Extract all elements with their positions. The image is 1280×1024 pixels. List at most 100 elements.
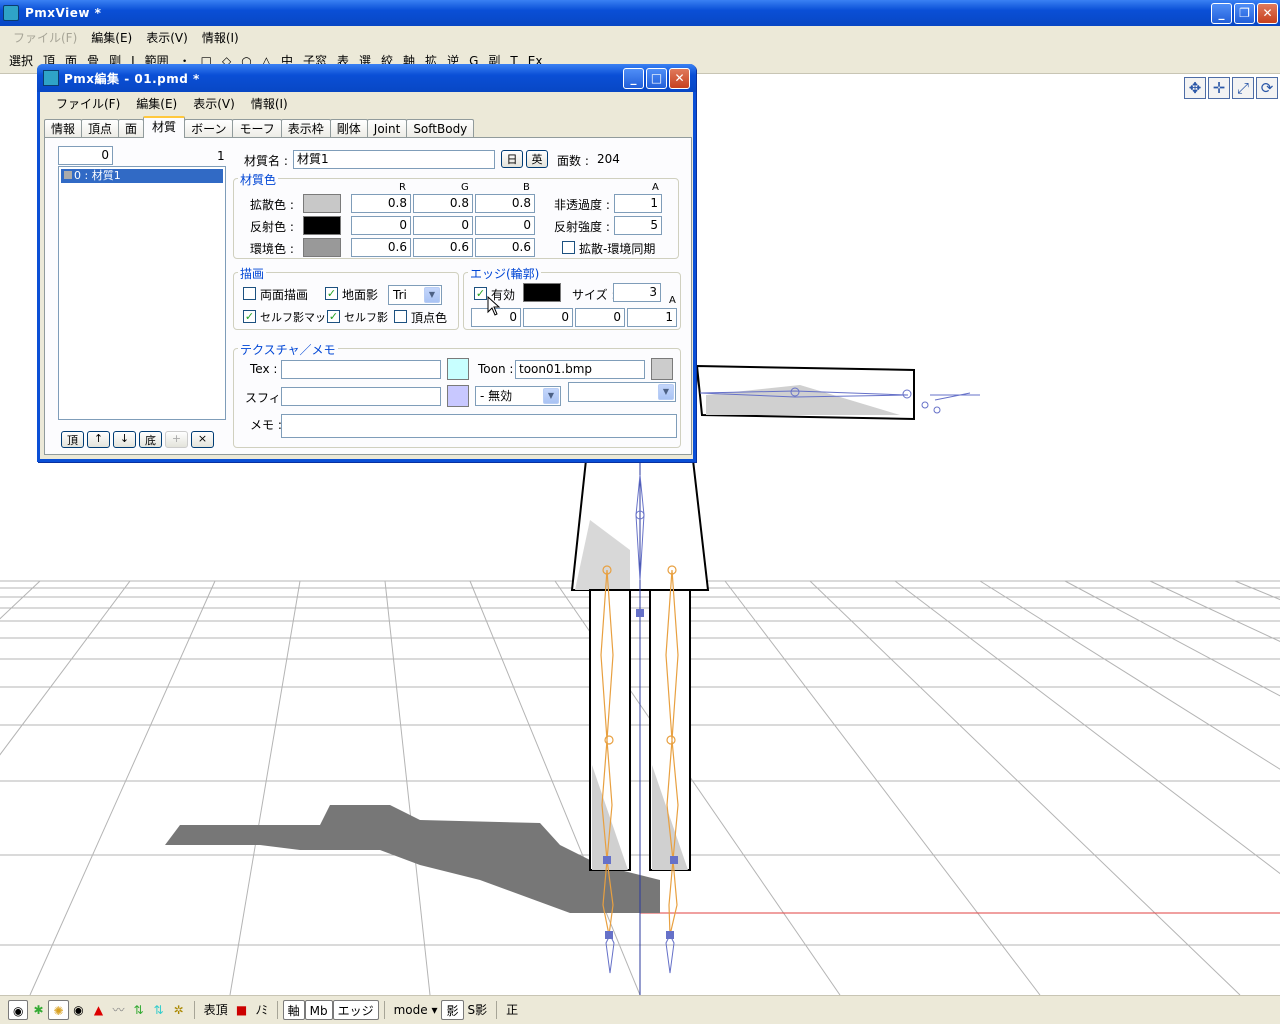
- show-vertex-button[interactable]: 表頂: [200, 1000, 232, 1020]
- edge-button[interactable]: エッジ: [332, 1000, 379, 1020]
- tab-face[interactable]: 面: [118, 119, 145, 138]
- edge-g-input[interactable]: 0: [523, 308, 573, 327]
- material-list[interactable]: 0 : 材質1: [58, 166, 226, 420]
- toon-swatch[interactable]: [651, 358, 673, 380]
- tex-swatch[interactable]: [447, 358, 469, 380]
- tab-vertex[interactable]: 頂点: [81, 119, 120, 138]
- material-index-input[interactable]: 0: [58, 146, 113, 165]
- dialog-menu-info[interactable]: 情報(I): [243, 95, 296, 112]
- edge-size-input[interactable]: 3: [613, 283, 661, 302]
- move-up-button[interactable]: ↑: [87, 431, 110, 448]
- ambient-b-input[interactable]: 0.6: [475, 238, 535, 257]
- diffuse-g-input[interactable]: 0.8: [413, 194, 473, 213]
- tab-rigid-body[interactable]: 剛体: [329, 119, 368, 138]
- move-bottom-button[interactable]: 底: [139, 431, 162, 448]
- opacity-label: 非透過度 :: [554, 198, 610, 212]
- green-star-icon[interactable]: ✱: [28, 1000, 48, 1020]
- sun-icon[interactable]: ✺: [48, 1000, 69, 1020]
- edge-a-input[interactable]: 1: [627, 308, 677, 327]
- ambient-color-swatch[interactable]: [303, 238, 341, 257]
- material-panel: 0 1 0 : 材質1 頂 ↑ ↓ 底 + × 材質名 : 材質1 日 英 面数…: [44, 137, 692, 455]
- add-button[interactable]: +: [165, 431, 188, 448]
- self-shadow-checkbox[interactable]: ✓: [327, 310, 340, 323]
- menu-file[interactable]: ファイル(F): [6, 29, 84, 46]
- tab-bone[interactable]: ボーン: [184, 119, 234, 138]
- memo-textarea[interactable]: [281, 414, 677, 438]
- ambient-g-input[interactable]: 0.6: [413, 238, 473, 257]
- specular-r-input[interactable]: 0: [351, 216, 411, 235]
- sphere-input[interactable]: [281, 387, 441, 406]
- tex-input[interactable]: [281, 360, 441, 379]
- ambient-r-input[interactable]: 0.6: [351, 238, 411, 257]
- shadow-mode-select[interactable]: Tri ▼: [388, 285, 442, 305]
- color-square-icon[interactable]: ■: [232, 1000, 252, 1020]
- tab-joint[interactable]: Joint: [366, 119, 408, 138]
- sphere-mode-select[interactable]: - 無効 ▼: [475, 386, 561, 406]
- restore-button[interactable]: ❐: [1234, 3, 1255, 24]
- tab-softbody[interactable]: SoftBody: [406, 119, 475, 138]
- shadow-button[interactable]: 影: [441, 1000, 464, 1020]
- dialog-menu-file[interactable]: ファイル(F): [48, 95, 128, 112]
- radio-icon[interactable]: ◉: [69, 1000, 89, 1020]
- menu-edit[interactable]: 編集(E): [84, 29, 139, 46]
- mb-button[interactable]: Mb: [304, 1000, 333, 1020]
- dialog-maximize-button[interactable]: □: [646, 68, 667, 89]
- mode-dropdown[interactable]: mode ▾: [390, 1000, 442, 1020]
- rotate-view-icon[interactable]: ⟳: [1256, 77, 1278, 99]
- sync-checkbox[interactable]: [562, 241, 575, 254]
- tab-morph[interactable]: モーフ: [232, 119, 282, 138]
- cyan-arrows-icon[interactable]: ⇅: [149, 1000, 169, 1020]
- wave-icon[interactable]: 〰: [109, 1000, 129, 1020]
- specular-color-swatch[interactable]: [303, 216, 341, 235]
- specular-g-input[interactable]: 0: [413, 216, 473, 235]
- dialog-menu-view[interactable]: 表示(V): [185, 95, 243, 112]
- minimize-button[interactable]: _: [1211, 3, 1232, 24]
- specular-b-input[interactable]: 0: [475, 216, 535, 235]
- move-top-button[interactable]: 頂: [61, 431, 84, 448]
- red-triangle-icon[interactable]: ▲: [89, 1000, 109, 1020]
- dialog-close-button[interactable]: ✕: [669, 68, 690, 89]
- zoom-view-icon[interactable]: ⤢: [1232, 77, 1254, 99]
- delete-button[interactable]: ×: [191, 431, 214, 448]
- self-shadow-button[interactable]: S影: [464, 1000, 492, 1020]
- orthographic-button[interactable]: 正: [502, 1000, 522, 1020]
- tab-info[interactable]: 情報: [44, 119, 83, 138]
- japanese-name-button[interactable]: 日: [501, 150, 523, 168]
- double-sided-checkbox[interactable]: [243, 287, 256, 300]
- dialog-menu-edit[interactable]: 編集(E): [128, 95, 185, 112]
- green-arrows-icon[interactable]: ⇅: [129, 1000, 149, 1020]
- list-item[interactable]: 0 : 材質1: [61, 169, 223, 183]
- move-down-button[interactable]: ↓: [113, 431, 136, 448]
- tab-material[interactable]: 材質: [143, 116, 186, 138]
- toolbar-item[interactable]: 選択: [4, 52, 38, 69]
- sphere-swatch[interactable]: [447, 385, 469, 407]
- dialog-minimize-button[interactable]: _: [623, 68, 644, 89]
- menu-info[interactable]: 情報(I): [195, 29, 246, 46]
- english-name-button[interactable]: 英: [526, 150, 548, 168]
- menu-view[interactable]: 表示(V): [139, 29, 195, 46]
- material-name-input[interactable]: 材質1: [293, 150, 495, 169]
- tab-display-frame[interactable]: 表示枠: [280, 119, 331, 138]
- diffuse-r-input[interactable]: 0.8: [351, 194, 411, 213]
- target-icon[interactable]: ◉: [8, 1000, 29, 1020]
- self-shadow-map-checkbox[interactable]: ✓: [243, 310, 256, 323]
- normal-only-button[interactable]: ﾉﾐ: [252, 1000, 272, 1020]
- diffuse-color-swatch[interactable]: [303, 194, 341, 213]
- ground-shadow-checkbox[interactable]: ✓: [325, 287, 338, 300]
- diffuse-b-input[interactable]: 0.8: [475, 194, 535, 213]
- opacity-input[interactable]: 1: [614, 194, 662, 213]
- dialog-title-bar: Pmx編集 - 01.pmd * _ □ ✕: [37, 64, 696, 92]
- edge-color-swatch[interactable]: [523, 283, 561, 302]
- specular-power-input[interactable]: 5: [614, 216, 662, 235]
- diffuse-label: 拡散色 :: [250, 198, 294, 212]
- pan-view-icon[interactable]: ✛: [1208, 77, 1230, 99]
- gear-icon[interactable]: ✲: [169, 1000, 189, 1020]
- move-view-icon[interactable]: ✥: [1184, 77, 1206, 99]
- close-button[interactable]: ✕: [1257, 3, 1278, 24]
- vertex-color-checkbox[interactable]: [394, 310, 407, 323]
- edge-enabled-checkbox[interactable]: ✓: [474, 287, 487, 300]
- toon-input[interactable]: toon01.bmp: [515, 360, 645, 379]
- shared-toon-select[interactable]: ▼: [568, 382, 676, 402]
- axis-button[interactable]: 軸: [282, 1000, 305, 1020]
- edge-b-input[interactable]: 0: [575, 308, 625, 327]
